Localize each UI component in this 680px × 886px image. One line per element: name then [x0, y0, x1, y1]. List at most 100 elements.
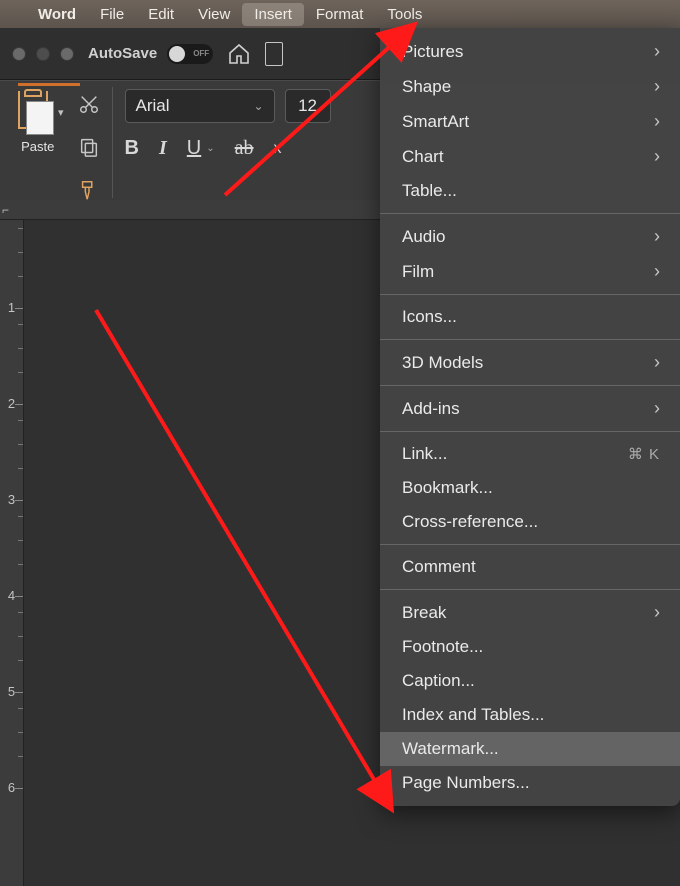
menu-item-label: Bookmark... — [402, 478, 493, 498]
document-icon[interactable] — [265, 42, 285, 66]
menu-separator — [380, 213, 680, 214]
paste-dropdown-caret[interactable]: ▾ — [58, 106, 64, 119]
insert-menu-smartart[interactable]: SmartArt › — [380, 104, 680, 139]
font-group: Arial ⌄ 12 B I U ⌄ ab x — [125, 89, 331, 196]
menu-separator — [380, 385, 680, 386]
italic-button[interactable]: I — [159, 137, 167, 160]
chevron-right-icon: › — [654, 398, 660, 419]
menu-item-label: Break — [402, 603, 446, 623]
insert-menu-index-and-tables[interactable]: Index and Tables... — [380, 698, 680, 732]
menu-file[interactable]: File — [88, 3, 136, 26]
insert-menu-table[interactable]: Table... — [380, 174, 680, 208]
menu-tools[interactable]: Tools — [375, 3, 434, 26]
menu-item-label: Cross-reference... — [402, 512, 538, 532]
font-size-value: 12 — [298, 96, 317, 116]
menu-view[interactable]: View — [186, 3, 242, 26]
home-button[interactable] — [227, 42, 251, 66]
menu-item-label: SmartArt — [402, 112, 469, 132]
underline-button[interactable]: U ⌄ — [187, 137, 215, 160]
chevron-right-icon: › — [654, 41, 660, 62]
vertical-ruler[interactable]: 123456 — [0, 220, 24, 886]
cut-icon[interactable] — [78, 93, 100, 120]
insert-menu-audio[interactable]: Audio › — [380, 219, 680, 254]
insert-menu-shape[interactable]: Shape › — [380, 69, 680, 104]
insert-menu-cross-reference[interactable]: Cross-reference... — [380, 505, 680, 539]
ruler-mark: 4 — [0, 588, 23, 603]
paste-group: ▾ Paste — [12, 89, 64, 196]
copy-icon[interactable] — [78, 136, 100, 163]
insert-menu-film[interactable]: Film › — [380, 254, 680, 289]
menu-shortcut: ⌘ K — [628, 445, 660, 463]
minimize-window-button[interactable] — [36, 47, 50, 61]
insert-menu-bookmark[interactable]: Bookmark... — [380, 471, 680, 505]
menu-item-label: Pictures — [402, 42, 463, 62]
menu-item-label: Table... — [402, 181, 457, 201]
ruler-mark: 6 — [0, 780, 23, 795]
toggle-knob — [169, 46, 185, 62]
insert-menu-watermark[interactable]: Watermark... — [380, 732, 680, 766]
chevron-right-icon: › — [654, 111, 660, 132]
insert-menu-link[interactable]: Link... ⌘ K — [380, 437, 680, 471]
menu-item-label: Watermark... — [402, 739, 499, 759]
mac-menubar: Word FileEditViewInsertFormatTools — [0, 0, 680, 28]
insert-menu-3d-models[interactable]: 3D Models › — [380, 345, 680, 380]
paste-label: Paste — [21, 139, 54, 154]
menu-separator — [380, 294, 680, 295]
menu-item-label: Add-ins — [402, 399, 460, 419]
menu-insert[interactable]: Insert — [242, 3, 304, 26]
subscript-button[interactable]: x — [274, 140, 282, 158]
app-menu[interactable]: Word — [26, 3, 88, 26]
chevron-right-icon: › — [654, 602, 660, 623]
ruler-mark: 3 — [0, 492, 23, 507]
chevron-right-icon: › — [654, 261, 660, 282]
chevron-down-icon: ⌄ — [253, 99, 263, 113]
menu-format[interactable]: Format — [304, 3, 376, 26]
menu-item-label: Footnote... — [402, 637, 483, 657]
font-family-select[interactable]: Arial ⌄ — [125, 89, 275, 123]
chevron-right-icon: › — [654, 76, 660, 97]
insert-menu-caption[interactable]: Caption... — [380, 664, 680, 698]
insert-menu-dropdown: Pictures › Shape › SmartArt › Chart › Table... Au… — [380, 28, 680, 806]
bold-button[interactable]: B — [125, 137, 139, 160]
menu-item-label: Film — [402, 262, 434, 282]
ruler-mark: 2 — [0, 396, 23, 411]
menu-separator — [380, 431, 680, 432]
menu-separator — [380, 339, 680, 340]
clipboard-column — [78, 93, 100, 196]
strikethrough-button[interactable]: ab — [235, 137, 254, 160]
insert-menu-chart[interactable]: Chart › — [380, 139, 680, 174]
zoom-window-button[interactable] — [60, 47, 74, 61]
insert-menu-add-ins[interactable]: Add-ins › — [380, 391, 680, 426]
menu-item-label: Caption... — [402, 671, 475, 691]
insert-menu-comment[interactable]: Comment — [380, 550, 680, 584]
menu-item-label: Comment — [402, 557, 476, 577]
insert-menu-icons[interactable]: Icons... — [380, 300, 680, 334]
menu-item-label: 3D Models — [402, 353, 483, 373]
paste-icon[interactable] — [12, 89, 54, 135]
menu-item-label: Chart — [402, 147, 444, 167]
autosave-toggle[interactable]: OFF — [167, 44, 213, 64]
menu-item-label: Link... — [402, 444, 447, 464]
close-window-button[interactable] — [12, 47, 26, 61]
chevron-right-icon: › — [654, 352, 660, 373]
chevron-right-icon: › — [654, 226, 660, 247]
menu-separator — [380, 544, 680, 545]
insert-menu-pictures[interactable]: Pictures › — [380, 34, 680, 69]
autosave-label: AutoSave — [88, 45, 157, 62]
autosave-control[interactable]: AutoSave OFF — [88, 44, 213, 64]
font-family-value: Arial — [136, 96, 170, 116]
menu-edit[interactable]: Edit — [136, 3, 186, 26]
chevron-down-icon: ⌄ — [206, 143, 214, 154]
menu-separator — [380, 589, 680, 590]
menu-item-label: Page Numbers... — [402, 773, 530, 793]
ribbon-separator — [112, 87, 113, 198]
ruler-mark: 5 — [0, 684, 23, 699]
font-size-select[interactable]: 12 — [285, 89, 331, 123]
chevron-right-icon: › — [654, 146, 660, 167]
menu-item-label: Shape — [402, 77, 451, 97]
insert-menu-page-numbers[interactable]: Page Numbers... — [380, 766, 680, 800]
menu-item-label: Audio — [402, 227, 445, 247]
insert-menu-footnote[interactable]: Footnote... — [380, 630, 680, 664]
insert-menu-break[interactable]: Break › — [380, 595, 680, 630]
indent-marker-icon[interactable]: ⌐ — [2, 203, 9, 217]
